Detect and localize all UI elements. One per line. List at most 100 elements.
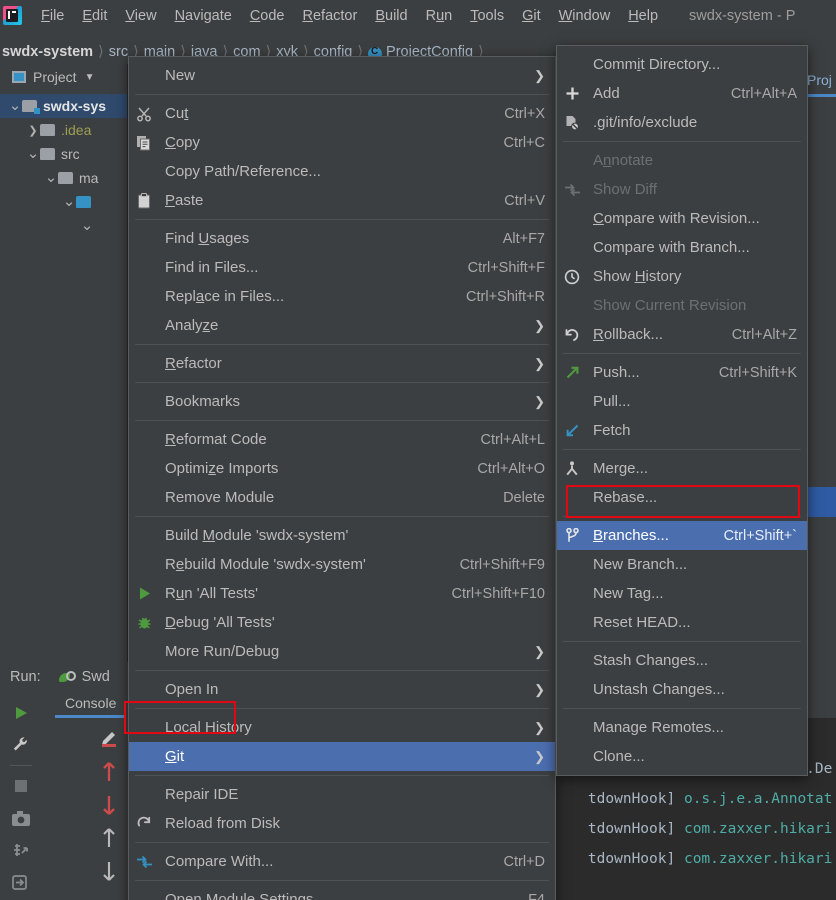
breadcrumb-item-1[interactable]: src	[109, 44, 128, 60]
menu-item-rollback[interactable]: Rollback... Ctrl+Alt+Z	[557, 320, 807, 349]
console-tab[interactable]: Console	[55, 692, 127, 718]
menubar-item-build[interactable]: Build	[366, 4, 416, 28]
menu-item-stash-changes[interactable]: Stash Changes...	[557, 646, 807, 675]
menu-item-repair-ide[interactable]: Repair IDE	[129, 780, 555, 809]
menubar-item-edit[interactable]: Edit	[73, 4, 116, 28]
chevron-right-icon: ❯	[534, 355, 545, 371]
menubar-item-git[interactable]: Git	[513, 4, 550, 28]
project-tree-item-5[interactable]: ⌄	[0, 214, 127, 238]
menu-item-label: Unstash Changes...	[593, 681, 725, 698]
menubar-item-navigate[interactable]: Navigate	[166, 4, 241, 28]
project-tree-item-ma[interactable]: ⌄ ma	[0, 166, 127, 190]
menu-item-paste[interactable]: Paste Ctrl+V	[129, 186, 555, 215]
menubar-item-run[interactable]: Run	[417, 4, 462, 28]
run-play-icon[interactable]	[6, 698, 36, 728]
breadcrumb-item-0[interactable]: swdx-system	[2, 44, 93, 60]
menu-item-copy-path-reference[interactable]: Copy Path/Reference...	[129, 157, 555, 186]
menu-item-show-history[interactable]: Show History	[557, 262, 807, 291]
menu-item-find-in-files[interactable]: Find in Files... Ctrl+Shift+F	[129, 253, 555, 282]
menu-item-unstash-changes[interactable]: Unstash Changes...	[557, 675, 807, 704]
menu-item-rebase[interactable]: Rebase...	[557, 483, 807, 512]
menu-item-reset-head[interactable]: Reset HEAD...	[557, 608, 807, 637]
menubar-item-view[interactable]: View	[116, 4, 165, 28]
menu-item-compare-with[interactable]: Compare With... Ctrl+D	[129, 847, 555, 876]
menu-item-merge[interactable]: Merge...	[557, 454, 807, 483]
menu-item-commit-directory[interactable]: Commit Directory...	[557, 50, 807, 79]
project-tree-item-src[interactable]: ⌄ src	[0, 142, 127, 166]
project-panel-header[interactable]: Project ▼	[0, 64, 127, 90]
menu-item-label: Reformat Code	[165, 431, 267, 448]
menu-item-compare-with-branch[interactable]: Compare with Branch...	[557, 233, 807, 262]
menubar-item-window[interactable]: Window	[550, 4, 620, 28]
menu-item-branches[interactable]: Branches... Ctrl+Shift+`	[557, 521, 807, 550]
menubar-item-refactor[interactable]: Refactor	[294, 4, 367, 28]
compare-diff-icon	[564, 183, 581, 197]
up-red-arrow-icon[interactable]	[93, 755, 125, 788]
chevron-down-icon[interactable]: ⌄	[8, 98, 22, 113]
menubar-item-file[interactable]: File	[32, 4, 73, 28]
project-tree[interactable]: ⌄ swdx-sys ❯ .idea ⌄ src ⌄ ma ⌄ ⌄	[0, 90, 127, 238]
menu-item-analyze[interactable]: Analyze ❯	[129, 311, 555, 340]
menu-item-git[interactable]: Git ❯	[129, 742, 555, 771]
chevron-right-icon[interactable]: ❯	[26, 124, 40, 137]
menu-item-shortcut: Ctrl+Alt+A	[730, 85, 797, 102]
menu-item-new-tag[interactable]: New Tag...	[557, 579, 807, 608]
up-arrow-icon[interactable]	[93, 821, 125, 854]
project-tree-item-swdxsys[interactable]: ⌄ swdx-sys	[0, 94, 127, 118]
run-configuration-tab[interactable]: Swd	[82, 669, 110, 685]
stop-icon[interactable]	[6, 771, 36, 801]
menu-separator	[563, 641, 801, 642]
menu-item-refactor[interactable]: Refactor ❯	[129, 349, 555, 378]
menu-item-remove-module[interactable]: Remove Module Delete	[129, 483, 555, 512]
menu-item-run-all-tests[interactable]: Run 'All Tests' Ctrl+Shift+F10	[129, 579, 555, 608]
down-red-arrow-icon[interactable]	[93, 788, 125, 821]
right-tab-active-indicator	[805, 94, 836, 97]
menu-item-rebuild-module-swdx-system[interactable]: Rebuild Module 'swdx-system' Ctrl+Shift+F…	[129, 550, 555, 579]
menu-item-open-in[interactable]: Open In ❯	[129, 675, 555, 704]
menu-item-manage-remotes[interactable]: Manage Remotes...	[557, 713, 807, 742]
menu-item-reload-from-disk[interactable]: Reload from Disk	[129, 809, 555, 838]
branch-icon	[565, 527, 579, 544]
soft-wrap-icon[interactable]	[93, 722, 125, 755]
menu-item-reformat-code[interactable]: Reformat Code Ctrl+Alt+L	[129, 425, 555, 454]
chevron-down-icon[interactable]: ⌄	[62, 194, 76, 209]
print-threaddump-icon[interactable]	[6, 835, 36, 865]
menu-item-bookmarks[interactable]: Bookmarks ❯	[129, 387, 555, 416]
menubar-item-tools[interactable]: Tools	[461, 4, 513, 28]
intellij-idea-logo-icon	[2, 5, 24, 27]
project-tree-item-4[interactable]: ⌄	[0, 190, 127, 214]
menu-item-optimize-imports[interactable]: Optimize Imports Ctrl+Alt+O	[129, 454, 555, 483]
chevron-down-icon[interactable]: ⌄	[44, 170, 58, 185]
menubar-item-code[interactable]: Code	[241, 4, 294, 28]
menu-item-more-run-debug[interactable]: More Run/Debug ❯	[129, 637, 555, 666]
camera-icon[interactable]	[6, 803, 36, 833]
menu-item-compare-with-revision[interactable]: Compare with Revision...	[557, 204, 807, 233]
menu-item-new[interactable]: New ❯	[129, 61, 555, 90]
project-tree-item-idea[interactable]: ❯ .idea	[0, 118, 127, 142]
menu-item-local-history[interactable]: Local History ❯	[129, 713, 555, 742]
chevron-down-icon[interactable]: ▼	[85, 72, 95, 83]
menu-item-open-module-settings[interactable]: Open Module Settings F4	[129, 885, 555, 900]
menu-item-clone[interactable]: Clone...	[557, 742, 807, 771]
menu-item-pull[interactable]: Pull...	[557, 387, 807, 416]
menubar-item-help[interactable]: Help	[619, 4, 667, 28]
menu-item-build-module-swdx-system[interactable]: Build Module 'swdx-system'	[129, 521, 555, 550]
menu-item-push[interactable]: Push... Ctrl+Shift+K	[557, 358, 807, 387]
menu-item-replace-in-files[interactable]: Replace in Files... Ctrl+Shift+R	[129, 282, 555, 311]
chevron-down-icon[interactable]: ⌄	[26, 146, 40, 161]
chevron-right-icon: ❯	[534, 393, 545, 409]
menu-item-label: Copy Path/Reference...	[165, 163, 321, 180]
right-tool-tabstrip: Proj	[805, 64, 836, 662]
menu-item-debug-all-tests[interactable]: Debug 'All Tests'	[129, 608, 555, 637]
menu-item-new-branch[interactable]: New Branch...	[557, 550, 807, 579]
wrench-icon[interactable]	[6, 730, 36, 760]
menu-item-cut[interactable]: Cut Ctrl+X	[129, 99, 555, 128]
menu-item-git-info-exclude[interactable]: .git/info/exclude	[557, 108, 807, 137]
menu-item-add[interactable]: Add Ctrl+Alt+A	[557, 79, 807, 108]
right-tab-project[interactable]: Proj	[805, 72, 836, 88]
clipboard-icon	[137, 192, 151, 209]
menu-item-copy[interactable]: Copy Ctrl+C	[129, 128, 555, 157]
menu-item-find-usages[interactable]: Find Usages Alt+F7	[129, 224, 555, 253]
menu-item-fetch[interactable]: Fetch	[557, 416, 807, 445]
chevron-down-icon[interactable]: ⌄	[80, 218, 94, 233]
